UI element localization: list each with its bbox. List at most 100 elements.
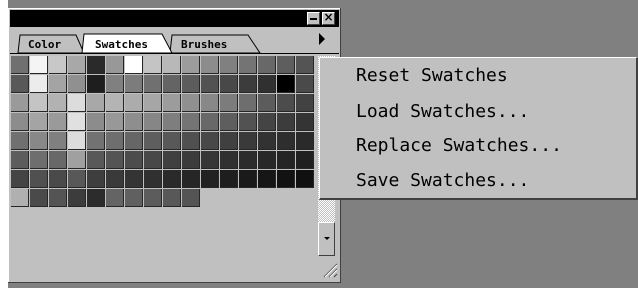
color-swatch[interactable] bbox=[11, 56, 29, 74]
color-swatch[interactable] bbox=[220, 151, 238, 169]
resize-grip-icon[interactable] bbox=[320, 258, 338, 278]
color-swatch[interactable] bbox=[296, 56, 314, 74]
color-swatch[interactable] bbox=[49, 132, 67, 150]
color-swatch[interactable] bbox=[296, 113, 314, 131]
color-swatch[interactable] bbox=[87, 56, 105, 74]
color-swatch[interactable] bbox=[144, 94, 162, 112]
color-swatch[interactable] bbox=[201, 113, 219, 131]
palette-title-bar[interactable]: × bbox=[10, 10, 339, 27]
color-swatch[interactable] bbox=[220, 113, 238, 131]
minimize-button[interactable] bbox=[307, 12, 320, 25]
color-swatch[interactable] bbox=[144, 56, 162, 74]
color-swatch[interactable] bbox=[106, 132, 124, 150]
color-swatch[interactable] bbox=[163, 94, 181, 112]
color-swatch[interactable] bbox=[49, 189, 67, 207]
color-swatch[interactable] bbox=[68, 113, 86, 131]
color-swatch[interactable] bbox=[125, 189, 143, 207]
menu-item-load-swatches[interactable]: Load Swatches... bbox=[356, 101, 529, 127]
color-swatch[interactable] bbox=[182, 132, 200, 150]
scroll-down-button[interactable] bbox=[318, 222, 335, 256]
color-swatch[interactable] bbox=[11, 189, 29, 207]
color-swatch[interactable] bbox=[163, 189, 181, 207]
tab-brushes[interactable]: Brushes bbox=[169, 34, 261, 54]
color-swatch[interactable] bbox=[258, 75, 276, 93]
color-swatch[interactable] bbox=[258, 151, 276, 169]
menu-item-save-swatches[interactable]: Save Swatches... bbox=[356, 170, 529, 196]
color-swatch[interactable] bbox=[258, 132, 276, 150]
color-swatch[interactable] bbox=[144, 170, 162, 188]
color-swatch[interactable] bbox=[125, 75, 143, 93]
color-swatch[interactable] bbox=[87, 113, 105, 131]
color-swatch[interactable] bbox=[182, 94, 200, 112]
color-swatch[interactable] bbox=[277, 56, 295, 74]
menu-item-replace-swatches[interactable]: Replace Swatches... bbox=[356, 135, 562, 161]
color-swatch[interactable] bbox=[182, 151, 200, 169]
color-swatch[interactable] bbox=[106, 170, 124, 188]
color-swatch[interactable] bbox=[30, 94, 48, 112]
color-swatch[interactable] bbox=[87, 151, 105, 169]
color-swatch[interactable] bbox=[87, 94, 105, 112]
menu-item-reset-swatches[interactable]: Reset Swatches bbox=[356, 65, 508, 91]
color-swatch[interactable] bbox=[258, 113, 276, 131]
color-swatch[interactable] bbox=[239, 94, 257, 112]
color-swatch[interactable] bbox=[144, 113, 162, 131]
color-swatch[interactable] bbox=[163, 132, 181, 150]
color-swatch[interactable] bbox=[106, 56, 124, 74]
color-swatch[interactable] bbox=[68, 132, 86, 150]
color-swatch[interactable] bbox=[220, 94, 238, 112]
color-swatch[interactable] bbox=[125, 151, 143, 169]
color-swatch[interactable] bbox=[87, 189, 105, 207]
color-swatch[interactable] bbox=[30, 113, 48, 131]
color-swatch[interactable] bbox=[68, 56, 86, 74]
color-swatch[interactable] bbox=[11, 170, 29, 188]
color-swatch[interactable] bbox=[220, 56, 238, 74]
color-swatch[interactable] bbox=[68, 151, 86, 169]
color-swatch[interactable] bbox=[258, 94, 276, 112]
color-swatch[interactable] bbox=[277, 75, 295, 93]
color-swatch[interactable] bbox=[201, 94, 219, 112]
color-swatch[interactable] bbox=[11, 75, 29, 93]
color-swatch[interactable] bbox=[239, 56, 257, 74]
color-swatch[interactable] bbox=[30, 56, 48, 74]
color-swatch[interactable] bbox=[163, 151, 181, 169]
color-swatch[interactable] bbox=[296, 132, 314, 150]
color-swatch[interactable] bbox=[106, 94, 124, 112]
color-swatch[interactable] bbox=[182, 170, 200, 188]
color-swatch[interactable] bbox=[125, 94, 143, 112]
color-swatch[interactable] bbox=[239, 170, 257, 188]
color-swatch[interactable] bbox=[239, 151, 257, 169]
color-swatch[interactable] bbox=[296, 151, 314, 169]
color-swatch[interactable] bbox=[201, 151, 219, 169]
color-swatch[interactable] bbox=[11, 113, 29, 131]
color-swatch[interactable] bbox=[11, 151, 29, 169]
color-swatch[interactable] bbox=[258, 56, 276, 74]
color-swatch[interactable] bbox=[220, 132, 238, 150]
color-swatch[interactable] bbox=[296, 170, 314, 188]
color-swatch[interactable] bbox=[220, 75, 238, 93]
color-swatch[interactable] bbox=[182, 113, 200, 131]
color-swatch[interactable] bbox=[87, 170, 105, 188]
color-swatch[interactable] bbox=[144, 151, 162, 169]
color-swatch[interactable] bbox=[49, 170, 67, 188]
close-button[interactable]: × bbox=[322, 10, 335, 25]
color-swatch[interactable] bbox=[30, 75, 48, 93]
color-swatch[interactable] bbox=[277, 170, 295, 188]
color-swatch[interactable] bbox=[277, 94, 295, 112]
color-swatch[interactable] bbox=[144, 189, 162, 207]
color-swatch[interactable] bbox=[68, 170, 86, 188]
color-swatch[interactable] bbox=[201, 56, 219, 74]
color-swatch[interactable] bbox=[125, 113, 143, 131]
color-swatch[interactable] bbox=[163, 56, 181, 74]
color-swatch[interactable] bbox=[68, 75, 86, 93]
color-swatch[interactable] bbox=[182, 189, 200, 207]
color-swatch[interactable] bbox=[201, 75, 219, 93]
color-swatch[interactable] bbox=[87, 75, 105, 93]
color-swatch[interactable] bbox=[106, 75, 124, 93]
color-swatch[interactable] bbox=[11, 94, 29, 112]
color-swatch[interactable] bbox=[239, 113, 257, 131]
color-swatch[interactable] bbox=[239, 75, 257, 93]
color-swatch[interactable] bbox=[106, 113, 124, 131]
color-swatch[interactable] bbox=[201, 132, 219, 150]
color-swatch[interactable] bbox=[258, 170, 276, 188]
color-swatch[interactable] bbox=[144, 75, 162, 93]
